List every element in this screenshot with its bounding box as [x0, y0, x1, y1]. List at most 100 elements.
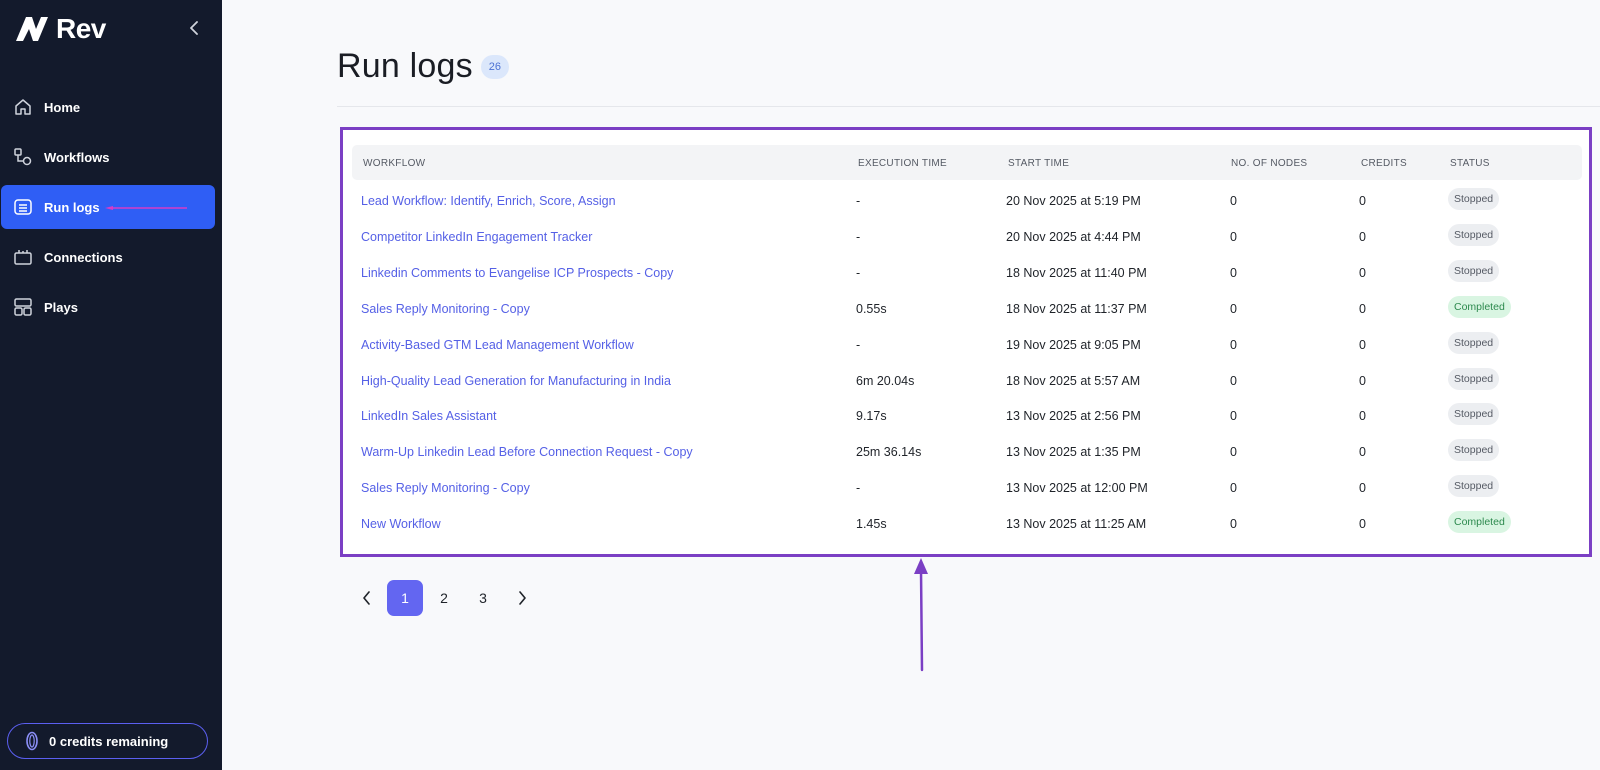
- execution-time-cell: 9.17s: [856, 409, 887, 424]
- table-row[interactable]: New Workflow 1.45s 13 Nov 2025 at 11:25 AM…: [343, 506, 1589, 542]
- table-row[interactable]: Lead Workflow: Identify, Enrich, Score, …: [343, 183, 1589, 219]
- start-time-cell: 19 Nov 2025 at 9:05 PM: [1006, 337, 1141, 352]
- table-row[interactable]: Linkedin Comments to Evangelise ICP Pros…: [343, 255, 1589, 291]
- credits-remaining-button[interactable]: 0 credits remaining: [7, 723, 208, 759]
- brand-logo[interactable]: Rev: [14, 13, 106, 44]
- workflow-link[interactable]: LinkedIn Sales Assistant: [361, 409, 497, 423]
- table-row[interactable]: Warm-Up Linkedin Lead Before Connection …: [343, 434, 1589, 470]
- nodes-cell: 0: [1230, 409, 1237, 424]
- credits-cell: 0: [1359, 445, 1366, 460]
- nodes-cell: 0: [1230, 517, 1237, 532]
- column-header-nodes: NO. OF NODES: [1231, 158, 1308, 169]
- credits-cell: 0: [1359, 373, 1366, 388]
- workflow-link[interactable]: Activity-Based GTM Lead Management Workf…: [361, 338, 634, 352]
- sidebar-item-run-logs[interactable]: Run logs: [1, 185, 215, 229]
- workflow-link[interactable]: Warm-Up Linkedin Lead Before Connection …: [361, 445, 693, 459]
- workflow-link[interactable]: Sales Reply Monitoring - Copy: [361, 481, 530, 495]
- page-button-3[interactable]: 3: [465, 580, 501, 616]
- table-row[interactable]: Competitor LinkedIn Engagement Tracker - 2…: [343, 219, 1589, 255]
- status-badge: Completed: [1448, 511, 1511, 534]
- start-time-cell: 13 Nov 2025 at 1:35 PM: [1006, 445, 1141, 460]
- run-logs-icon: [12, 196, 34, 218]
- column-header-execution-time: EXECUTION TIME: [858, 158, 948, 169]
- status-badge: Stopped: [1448, 188, 1500, 210]
- prev-page-button[interactable]: [348, 580, 384, 616]
- page-header: Run logs 26: [337, 47, 510, 86]
- table-header: WORKFLOW EXECUTION TIME START TIME NO. O…: [352, 145, 1582, 180]
- credits-cell: 0: [1359, 265, 1366, 280]
- chevron-right-icon: [518, 591, 526, 605]
- execution-time-cell: -: [856, 481, 861, 496]
- connections-icon: [12, 246, 34, 268]
- column-header-start-time: START TIME: [1008, 158, 1070, 169]
- credits-cell: 0: [1359, 229, 1366, 244]
- count-badge: 26: [480, 54, 510, 79]
- nodes-cell: 0: [1230, 194, 1237, 208]
- status-badge: Stopped: [1448, 439, 1500, 462]
- table-row[interactable]: Activity-Based GTM Lead Management Workf…: [343, 327, 1589, 363]
- execution-time-cell: 6m 20.04s: [856, 373, 915, 388]
- credits-cell: 0: [1359, 517, 1366, 532]
- execution-time-cell: -: [856, 229, 861, 244]
- table-row[interactable]: Sales Reply Monitoring - Copy 0.55s 18 Nov…: [343, 291, 1589, 327]
- sidebar-item-plays[interactable]: Plays: [1, 285, 215, 329]
- page-title: Run logs: [337, 47, 473, 85]
- credits-cell: 0: [1359, 481, 1366, 496]
- sidebar-item-workflows[interactable]: Workflows: [1, 135, 215, 179]
- start-time-cell: 20 Nov 2025 at 4:44 PM: [1006, 229, 1141, 244]
- table-row[interactable]: LinkedIn Sales Assistant 9.17s 13 Nov 2025…: [343, 398, 1589, 434]
- chevron-left-icon: [190, 21, 198, 35]
- home-icon: [12, 96, 34, 118]
- status-badge: Completed: [1448, 295, 1511, 318]
- sidebar-item-label: Workflows: [44, 149, 110, 165]
- sidebar-nav: Home Workflows Run logs Connections Play…: [0, 85, 222, 335]
- start-time-cell: 20 Nov 2025 at 5:19 PM: [1006, 194, 1141, 208]
- start-time-cell: 18 Nov 2025 at 5:57 AM: [1006, 373, 1141, 388]
- start-time-cell: 18 Nov 2025 at 11:37 PM: [1006, 301, 1147, 316]
- sidebar-item-label: Run logs: [44, 199, 100, 215]
- table-row[interactable]: Sales Reply Monitoring - Copy - 13 Nov 202…: [343, 470, 1589, 506]
- nodes-cell: 0: [1230, 373, 1237, 388]
- column-header-credits: CREDITS: [1361, 158, 1407, 169]
- credits-cell: 0: [1359, 337, 1366, 352]
- rev-logo-icon: [16, 17, 48, 41]
- sidebar-item-label: Connections: [44, 249, 123, 265]
- column-header-status: STATUS: [1450, 158, 1490, 169]
- collapse-sidebar-button[interactable]: [183, 17, 205, 39]
- workflow-link[interactable]: New Workflow: [361, 517, 441, 531]
- start-time-cell: 13 Nov 2025 at 2:56 PM: [1006, 409, 1141, 424]
- sidebar: Rev Home Workflows Run logs Connections …: [0, 0, 222, 770]
- pagination: 1 2 3: [348, 580, 543, 616]
- nodes-cell: 0: [1230, 445, 1237, 460]
- nodes-cell: 0: [1230, 265, 1237, 280]
- sidebar-item-label: Home: [44, 99, 81, 115]
- sidebar-item-home[interactable]: Home: [1, 85, 215, 129]
- workflow-link[interactable]: High-Quality Lead Generation for Manufac…: [361, 374, 671, 388]
- page-button-2[interactable]: 2: [426, 580, 462, 616]
- table-row[interactable]: High-Quality Lead Generation for Manufac…: [343, 363, 1589, 399]
- workflow-link[interactable]: Linkedin Comments to Evangelise ICP Pros…: [361, 266, 673, 280]
- execution-time-cell: 0.55s: [856, 301, 887, 316]
- nodes-cell: 0: [1230, 229, 1237, 244]
- status-badge: Stopped: [1448, 331, 1500, 354]
- sidebar-item-connections[interactable]: Connections: [1, 235, 215, 279]
- credits-label: 0 credits remaining: [49, 733, 169, 749]
- status-badge: Stopped: [1448, 223, 1500, 246]
- nodes-cell: 0: [1230, 337, 1237, 352]
- annotation-arrow-left: [105, 206, 187, 210]
- chevron-left-icon: [362, 591, 370, 605]
- workflow-link[interactable]: Lead Workflow: Identify, Enrich, Score, …: [361, 194, 616, 208]
- annotation-arrow-up: [914, 558, 928, 672]
- page-button-1[interactable]: 1: [387, 580, 423, 616]
- brand-name: Rev: [56, 13, 106, 44]
- execution-time-cell: 25m 36.14s: [856, 445, 922, 460]
- next-page-button[interactable]: [504, 580, 540, 616]
- status-badge: Stopped: [1448, 367, 1500, 390]
- nodes-cell: 0: [1230, 301, 1237, 316]
- workflow-link[interactable]: Competitor LinkedIn Engagement Tracker: [361, 230, 592, 244]
- plays-icon: [12, 296, 34, 318]
- execution-time-cell: 1.45s: [856, 517, 887, 532]
- column-header-workflow: WORKFLOW: [363, 158, 426, 169]
- status-badge: Stopped: [1448, 403, 1500, 426]
- workflow-link[interactable]: Sales Reply Monitoring - Copy: [361, 302, 530, 316]
